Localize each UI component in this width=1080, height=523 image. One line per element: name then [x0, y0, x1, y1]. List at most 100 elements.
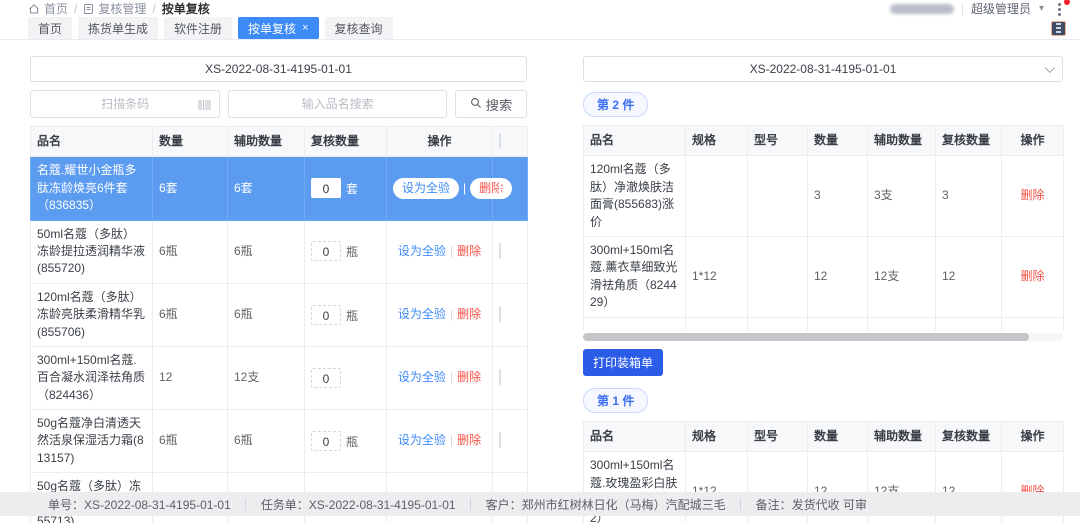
set-full-check-button[interactable]: 设为全验 [398, 244, 446, 258]
breadcrumb-label: 复核管理 [98, 0, 146, 17]
check-qty-input[interactable]: 0 [311, 368, 341, 388]
spec: 1*12 [686, 236, 748, 317]
aux-qty: 12支 [868, 236, 936, 317]
document-icon [83, 3, 94, 15]
product-name: 50g名蔻净白清透天然活泉保湿活力霜(813157) [31, 410, 153, 473]
check-qty-input[interactable]: 0 [311, 178, 341, 198]
col-name: 品名 [31, 127, 153, 157]
row-checkbox[interactable] [499, 180, 501, 196]
caret-down-icon[interactable]: ▾ [1039, 3, 1044, 14]
table-header-row: 品名 数量 辅助数量 复核数量 操作 [31, 127, 528, 157]
search-row: 搜索 [30, 90, 527, 118]
qty: 6瓶 [153, 220, 228, 283]
order-select[interactable]: XS-2022-08-31-4195-01-01 [583, 56, 1063, 82]
col-spec: 规格 [686, 422, 748, 452]
col-check-qty: 复核数量 [936, 422, 1002, 452]
check-qty-input[interactable]: 0 [311, 241, 341, 261]
col-aux-qty: 辅助数量 [868, 126, 936, 156]
product-name: 300ml+150ml名蔻.薰衣草细致光滑祛角质（824429） [584, 236, 686, 317]
chevron-down-icon [1045, 63, 1055, 73]
row-checkbox[interactable] [499, 369, 501, 385]
check-qty: 12 [936, 236, 1002, 317]
tab-bar: 首页 拣货单生成 软件注册 按单复核 × 复核查询 [0, 17, 1080, 40]
search-button[interactable]: 搜索 [455, 90, 527, 118]
check-qty-input[interactable]: 0 [311, 305, 341, 325]
table-row[interactable]: 50ml名蔻（多肽）冻龄提拉透润精华液(855720) 6瓶 6瓶 0瓶 设为全… [31, 220, 528, 283]
kebab-menu-icon[interactable] [1052, 1, 1066, 17]
delete-button[interactable]: 删除 [470, 178, 512, 199]
user-role[interactable]: 超级管理员 [971, 0, 1031, 17]
tab-software-register[interactable]: 软件注册 [164, 17, 232, 39]
aux-qty: 6瓶 [228, 220, 305, 283]
row-checkbox[interactable] [499, 432, 501, 448]
col-model: 型号 [748, 126, 808, 156]
table-row[interactable]: 120ml名蔻（多肽）净澈焕肤洁面膏(855683)涨价 3 3支 3 删除 [584, 156, 1064, 237]
col-name: 品名 [584, 126, 686, 156]
col-name: 品名 [584, 422, 686, 452]
product-name: 50ml名蔻（多肽）冻龄提拉透润精华液(855720) [31, 220, 153, 283]
qty: 12 [153, 346, 228, 409]
unit-label: 瓶 [346, 309, 358, 323]
set-full-check-button[interactable]: 设为全验 [398, 307, 446, 321]
aux-qty: 6瓶 [228, 410, 305, 473]
table-row[interactable]: 50g名蔻净白清透天然活泉保湿活力霜(813157) 6瓶 6瓶 0瓶 设为全验… [31, 410, 528, 473]
order-number-field[interactable]: XS-2022-08-31-4195-01-01 [30, 56, 527, 82]
tab-order-review-active[interactable]: 按单复核 × [238, 17, 318, 39]
tab-home[interactable]: 首页 [28, 17, 72, 39]
print-packing-list-button[interactable]: 打印装箱单 [583, 349, 663, 376]
home-icon [28, 3, 40, 15]
delete-button[interactable]: 删除 [457, 244, 481, 258]
horizontal-scrollbar[interactable] [583, 333, 1063, 341]
row-checkbox[interactable] [499, 306, 501, 322]
row-checkbox[interactable] [499, 243, 501, 259]
breadcrumb-separator: / [74, 2, 77, 16]
product-name: 名蔻.耀世小金瓶多肽冻龄焕亮6件套（836835） [31, 157, 153, 220]
footer-task-no: 任务单：XS-2022-08-31-4195-01-01 [261, 496, 456, 513]
qty: 12 [808, 236, 868, 317]
set-full-check-button[interactable]: 设为全验 [398, 370, 446, 384]
col-check-qty: 复核数量 [936, 126, 1002, 156]
col-model: 型号 [748, 422, 808, 452]
delete-button[interactable]: 删除 [457, 307, 481, 321]
col-operation: 操作 [387, 127, 493, 157]
qty: 6套 [153, 157, 228, 220]
breadcrumb-review-management[interactable]: 复核管理 [83, 0, 146, 17]
select-all-checkbox[interactable] [499, 133, 501, 149]
table-header-row: 品名 规格 型号 数量 辅助数量 复核数量 操作 [584, 126, 1064, 156]
table-row[interactable]: 300ml+150ml名蔻.薰衣草细致光滑祛角质（824429） 1*12 12… [584, 236, 1064, 317]
box-2-table: 品名 规格 型号 数量 辅助数量 复核数量 操作 120ml名蔻（多肽）净澈焕肤… [583, 125, 1064, 331]
spec [686, 156, 748, 237]
close-icon[interactable]: × [302, 23, 308, 34]
box-group-2: 第 2 件 品名 规格 型号 数量 辅助数量 复核数量 操作 [583, 90, 1063, 386]
footer-order-no: 单号：XS-2022-08-31-4195-01-01 [48, 496, 231, 513]
set-full-check-button[interactable]: 设为全验 [398, 433, 446, 447]
delete-button[interactable]: 删除 [1020, 269, 1044, 283]
aux-qty: 6瓶 [228, 283, 305, 346]
unit-label: 瓶 [346, 245, 358, 259]
tab-more-menu-icon[interactable] [1051, 21, 1066, 36]
table-row[interactable]: 120ml名蔻（多肽）冻龄亮肤柔滑精华乳(855706) 6瓶 6瓶 0瓶 设为… [31, 283, 528, 346]
qty: 3 [808, 156, 868, 237]
box-badge: 第 2 件 [583, 92, 648, 117]
breadcrumb-home[interactable]: 首页 [28, 0, 68, 17]
table-row[interactable]: 名蔻.耀世小金瓶多肽冻龄焕亮6件套（836835） 6套 6套 0套 设为全验|… [31, 157, 528, 220]
delete-button[interactable]: 删除 [457, 370, 481, 384]
col-select-all [493, 127, 528, 157]
page: 首页 / 复核管理 / 按单复核 超级管理员 ▾ 首页 拣货单生成 软件注册 按… [0, 0, 1080, 523]
check-qty: 3 [936, 156, 1002, 237]
table-row[interactable]: 300ml+150ml名蔻.百合凝水润泽祛角质（824436） 12 12支 0… [31, 346, 528, 409]
tab-picking-list[interactable]: 拣货单生成 [78, 17, 158, 39]
set-full-check-button[interactable]: 设为全验 [393, 178, 459, 199]
box-badge: 第 1 件 [583, 388, 648, 413]
delete-button[interactable]: 删除 [1020, 188, 1044, 202]
barcode-scan-input[interactable] [31, 91, 219, 117]
check-qty-input[interactable]: 0 [311, 431, 341, 451]
product-name-search-input[interactable] [229, 91, 446, 117]
qty: 6瓶 [153, 283, 228, 346]
tab-review-query[interactable]: 复核查询 [325, 17, 393, 39]
model [748, 156, 808, 237]
empty-row [584, 317, 1064, 331]
col-aux-qty: 辅助数量 [228, 127, 305, 157]
delete-button[interactable]: 删除 [457, 433, 481, 447]
scrollbar-thumb[interactable] [583, 333, 1029, 341]
